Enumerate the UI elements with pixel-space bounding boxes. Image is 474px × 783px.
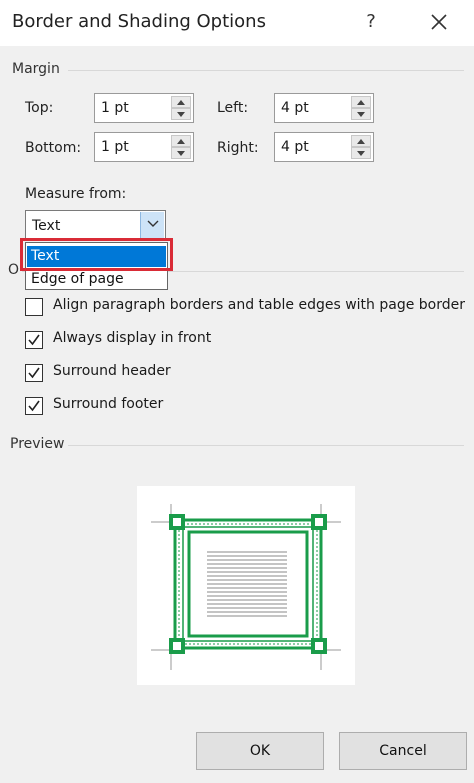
right-label: Right:: [217, 140, 259, 156]
right-value: 4 pt: [281, 139, 309, 155]
dialog-title: Border and Shading Options: [12, 11, 266, 32]
checkmark-icon: [28, 334, 40, 346]
checkmark-icon: [28, 400, 40, 412]
border-preview: [137, 486, 355, 685]
spin-up-icon: [357, 100, 365, 105]
header-label: Surround header: [53, 363, 171, 379]
measure-from-value: Text: [32, 218, 61, 234]
top-spin-down[interactable]: [171, 108, 191, 120]
right-spin-down[interactable]: [351, 147, 371, 159]
chevron-down-icon: [147, 220, 159, 227]
spin-down-icon: [357, 112, 365, 117]
right-spinner[interactable]: 4 pt: [274, 132, 374, 162]
spin-up-icon: [357, 139, 365, 144]
front-checkbox-row[interactable]: Always display in front: [25, 329, 325, 353]
measure-from-combo[interactable]: Text: [25, 210, 166, 240]
top-spin-up[interactable]: [171, 96, 191, 108]
spin-up-icon: [177, 100, 185, 105]
spin-down-icon: [177, 112, 185, 117]
close-icon: [431, 14, 447, 30]
front-checkbox[interactable]: [25, 331, 43, 349]
help-button[interactable]: ?: [358, 8, 384, 36]
footer-checkbox[interactable]: [25, 397, 43, 415]
right-spin-up[interactable]: [351, 135, 371, 147]
margin-divider: [68, 70, 464, 71]
spin-down-icon: [177, 151, 185, 156]
option-edge-of-page[interactable]: Edge of page: [27, 269, 166, 290]
left-spin-down[interactable]: [351, 108, 371, 120]
measure-from-dropdown-button[interactable]: [140, 212, 164, 238]
left-spinner[interactable]: 4 pt: [274, 93, 374, 123]
spin-down-icon: [357, 151, 365, 156]
top-spinner[interactable]: 1 pt: [94, 93, 194, 123]
align-label: Align paragraph borders and table edges …: [53, 297, 465, 313]
footer-checkbox-row[interactable]: Surround footer: [25, 395, 325, 419]
bottom-label: Bottom:: [25, 140, 82, 156]
top-value: 1 pt: [101, 100, 129, 116]
left-value: 4 pt: [281, 100, 309, 116]
align-checkbox-row[interactable]: Align paragraph borders and table edges …: [25, 296, 465, 320]
header-checkbox-row[interactable]: Surround header: [25, 362, 325, 386]
close-button[interactable]: [424, 8, 454, 36]
preview-section-label: Preview: [10, 436, 65, 452]
left-spin-up[interactable]: [351, 96, 371, 108]
footer-label: Surround footer: [53, 396, 164, 412]
cancel-button[interactable]: Cancel: [339, 732, 467, 770]
front-label: Always display in front: [53, 330, 212, 346]
bottom-value: 1 pt: [101, 139, 129, 155]
margin-section-label: Margin: [12, 61, 60, 77]
border-preview-art: [151, 504, 341, 670]
header-checkbox[interactable]: [25, 364, 43, 382]
options-section-label: O: [8, 262, 20, 278]
highlight-box: [20, 238, 173, 271]
align-checkbox[interactable]: [25, 298, 43, 316]
ok-button[interactable]: OK: [196, 732, 324, 770]
bottom-spinner[interactable]: 1 pt: [94, 132, 194, 162]
preview-divider: [68, 445, 464, 446]
measure-from-label: Measure from:: [25, 186, 127, 202]
bottom-spin-up[interactable]: [171, 135, 191, 147]
checkmark-icon: [28, 367, 40, 379]
bottom-spin-down[interactable]: [171, 147, 191, 159]
left-label: Left:: [217, 100, 249, 116]
spin-up-icon: [177, 139, 185, 144]
top-label: Top:: [25, 100, 54, 116]
